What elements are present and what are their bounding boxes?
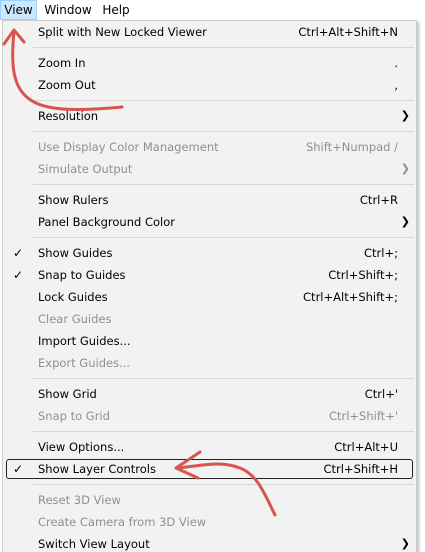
checkmark-icon: ✓: [12, 246, 24, 260]
menu-item-show-grid[interactable]: Show Grid Ctrl+': [3, 383, 416, 405]
menu-item-label: Lock Guides: [38, 290, 108, 304]
menu-item-zoom-in[interactable]: Zoom In.: [3, 52, 416, 74]
menu-item-label: Clear Guides: [38, 312, 112, 326]
menu-item-label: Zoom Out: [38, 78, 96, 92]
menu-separator: [3, 43, 416, 52]
menu-item-snap-to-guides[interactable]: ✓ Snap to Guides Ctrl+Shift+;: [3, 264, 416, 286]
menu-window[interactable]: Window: [42, 0, 94, 20]
menu-item-simulate-output: Simulate Output ❯: [3, 158, 416, 180]
menu-separator: [3, 96, 416, 105]
menu-item-shortcut: Ctrl+Shift+H: [323, 462, 398, 476]
menu-item-zoom-out[interactable]: Zoom Out,: [3, 74, 416, 96]
menu-item-shortcut: Ctrl+;: [364, 246, 398, 260]
separator-line: [33, 184, 414, 185]
separator-line: [33, 484, 414, 485]
menu-item-shortcut: .: [394, 56, 398, 70]
menu-item-show-rulers[interactable]: Show Rulers Ctrl+R: [3, 189, 416, 211]
menu-item-label: Export Guides...: [38, 356, 131, 370]
menu-separator: [3, 374, 416, 383]
menu-item-view-options[interactable]: View Options... Ctrl+Alt+U: [3, 436, 416, 458]
menu-item-label: Reset 3D View: [38, 493, 121, 507]
menu-item-show-layer-controls[interactable]: ✓ Show Layer Controls Ctrl+Shift+H: [3, 458, 416, 480]
menu-item-lock-guides[interactable]: Lock Guides Ctrl+Alt+Shift+;: [3, 286, 416, 308]
menu-item-snap-to-grid: Snap to Grid Ctrl+Shift+': [3, 405, 416, 427]
chevron-right-icon: ❯: [400, 109, 410, 122]
app-screen: View Window Help Split with New Locked V…: [0, 0, 425, 552]
menu-item-label: Zoom In: [38, 56, 86, 70]
menu-item-shortcut: ,: [394, 78, 398, 92]
menu-separator: [3, 427, 416, 436]
menu-item-clear-guides: Clear Guides: [3, 308, 416, 330]
menu-item-switch-view-layout[interactable]: Switch View Layout ❯: [3, 533, 416, 552]
menu-item-label: Show Guides: [38, 246, 113, 260]
menu-item-shortcut: Ctrl+Shift+': [328, 409, 398, 423]
checkmark-icon: ✓: [12, 268, 24, 282]
menu-item-label: Snap to Guides: [38, 268, 126, 282]
menu-item-label: Switch View Layout: [38, 537, 150, 551]
menu-item-label: Create Camera from 3D View: [38, 515, 207, 529]
separator-line: [33, 47, 414, 48]
menu-item-resolution[interactable]: Resolution ❯: [3, 105, 416, 127]
view-dropdown-menu: Split with New Locked Viewer Ctrl+Alt+Shi…: [2, 20, 417, 552]
menu-separator: [3, 480, 416, 489]
menu-item-shortcut: Ctrl+': [364, 387, 398, 401]
chevron-right-icon: ❯: [400, 537, 410, 550]
menu-item-shortcut: Shift+Numpad /: [305, 140, 398, 154]
separator-line: [33, 431, 414, 432]
menu-item-export-guides: Export Guides...: [3, 352, 416, 374]
separator-line: [33, 131, 414, 132]
menu-item-shortcut: Ctrl+Alt+U: [334, 440, 398, 454]
checkmark-icon: ✓: [12, 462, 24, 476]
menu-item-create-camera-from-3d-view: Create Camera from 3D View: [3, 511, 416, 533]
menu-item-label: Split with New Locked Viewer: [38, 25, 207, 39]
menu-item-split-with-new-locked-viewer[interactable]: Split with New Locked Viewer Ctrl+Alt+Shi…: [3, 21, 416, 43]
menu-item-panel-background-color[interactable]: Panel Background Color ❯: [3, 211, 416, 233]
chevron-right-icon: ❯: [400, 215, 410, 228]
menu-separator: [3, 127, 416, 136]
chevron-right-icon: ❯: [400, 162, 410, 175]
separator-line: [33, 237, 414, 238]
menu-item-label: View Options...: [38, 440, 125, 454]
menu-item-label: Show Layer Controls: [38, 462, 156, 476]
menu-separator: [3, 180, 416, 189]
menu-item-label: Show Grid: [38, 387, 97, 401]
menu-items: Split with New Locked Viewer Ctrl+Alt+Shi…: [3, 21, 416, 552]
menu-separator: [3, 233, 416, 242]
menu-item-label: Simulate Output: [38, 162, 133, 176]
menu-bar: View Window Help: [0, 0, 425, 20]
menu-item-shortcut: Ctrl+Alt+Shift+;: [303, 290, 398, 304]
menu-item-shortcut: Ctrl+Shift+;: [328, 268, 398, 282]
menu-item-use-display-color-management: Use Display Color Management Shift+Numpad…: [3, 136, 416, 158]
menu-item-import-guides[interactable]: Import Guides...: [3, 330, 416, 352]
menu-view[interactable]: View: [0, 0, 37, 20]
menu-item-label: Use Display Color Management: [38, 140, 219, 154]
menu-item-label: Snap to Grid: [38, 409, 110, 423]
menu-item-reset-3d-view: Reset 3D View: [3, 489, 416, 511]
menu-item-label: Import Guides...: [38, 334, 131, 348]
menu-item-show-guides[interactable]: ✓ Show Guides Ctrl+;: [3, 242, 416, 264]
separator-line: [33, 378, 414, 379]
menu-item-label: Show Rulers: [38, 193, 109, 207]
menu-item-label: Resolution: [38, 109, 99, 123]
menu-item-shortcut: Ctrl+Alt+Shift+N: [298, 25, 398, 39]
menu-item-shortcut: Ctrl+R: [359, 193, 398, 207]
separator-line: [33, 100, 414, 101]
menu-help[interactable]: Help: [98, 0, 134, 20]
menu-item-label: Panel Background Color: [38, 215, 175, 229]
